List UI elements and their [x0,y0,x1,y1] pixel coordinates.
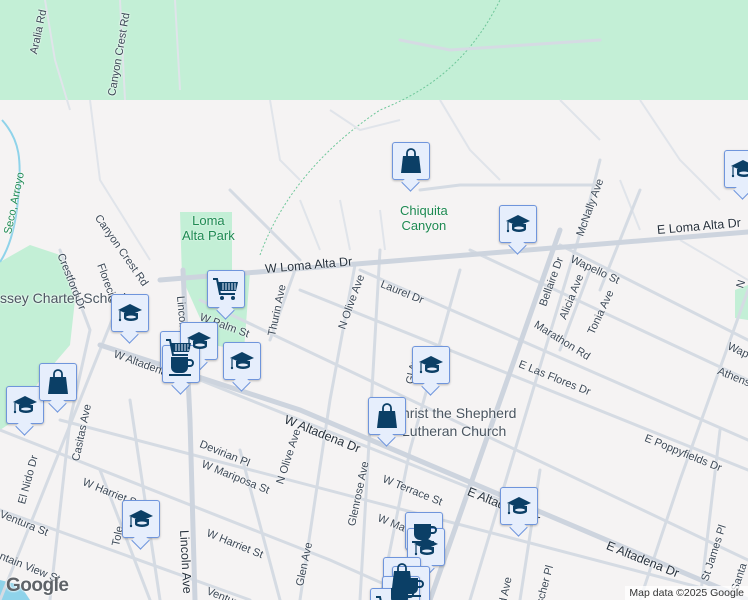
school-marker[interactable] [6,386,44,424]
w-loma-alta-road [157,229,748,283]
map-canvas[interactable]: Loma Alta Park Chiquita Canyon ssey Char… [0,0,748,600]
school-marker[interactable] [412,346,450,384]
school-marker[interactable] [223,342,261,380]
place-church[interactable]: hrist the Shepherd Lutheran Church [402,404,516,440]
shopping-bag-marker[interactable] [39,363,77,401]
school-marker[interactable] [500,487,538,525]
school-marker[interactable] [407,528,445,566]
shopping-bag-marker[interactable] [392,142,430,180]
place-chiquita-canyon[interactable]: Chiquita Canyon [400,203,448,233]
school-marker[interactable] [724,150,748,188]
park-east [735,285,748,320]
cart-marker[interactable] [207,270,245,308]
school-marker[interactable] [111,294,149,332]
google-logo: Google [6,575,69,596]
school-marker[interactable] [122,500,160,538]
map-attribution[interactable]: Map data ©2025 Google [625,586,748,600]
coffee-marker[interactable] [162,345,200,383]
place-loma-alta-park[interactable]: Loma Alta Park [182,213,235,243]
school-marker[interactable] [499,205,537,243]
shopping-bag-marker[interactable] [368,397,406,435]
